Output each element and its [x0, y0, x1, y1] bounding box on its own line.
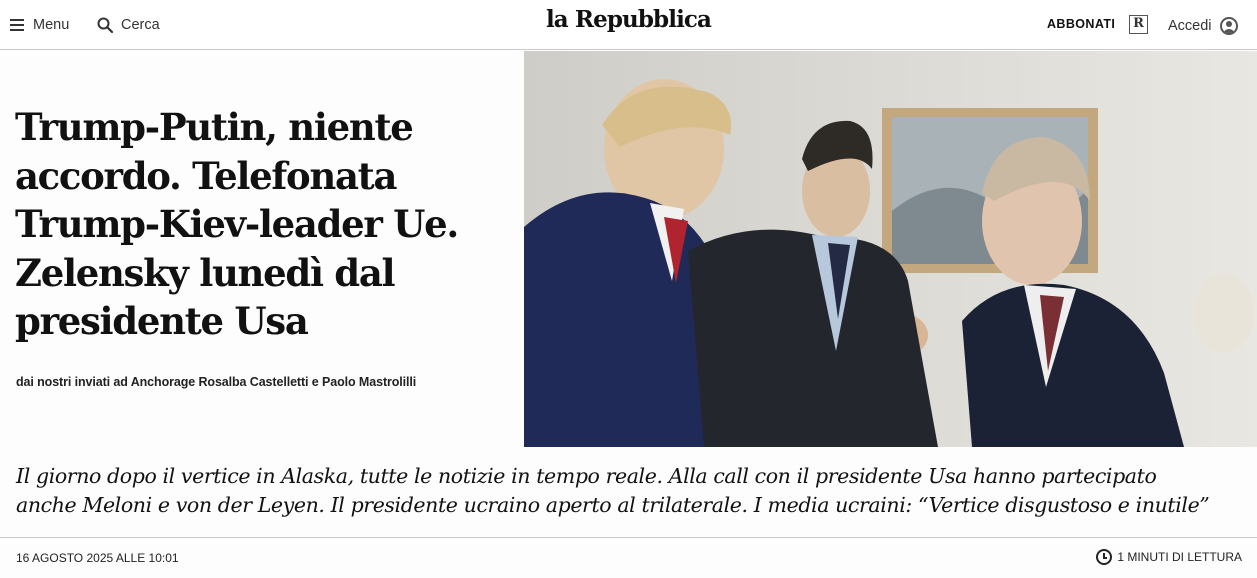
- user-icon: [1219, 17, 1238, 35]
- subscribe-link[interactable]: ABBONATI: [1047, 17, 1115, 31]
- article-summary: Il giorno dopo il vertice in Alaska, tut…: [16, 462, 1246, 520]
- top-navigation-bar: Menu Cerca la Repubblica ABBONATI R Acce…: [0, 0, 1257, 50]
- headline-line: Trump-Kiev-leader Ue.: [15, 202, 459, 246]
- summary-line: anche Meloni e von der Leyen. Il preside…: [16, 493, 1210, 517]
- article-headline: Trump-Putin, niente accordo. Telefonata …: [15, 103, 485, 346]
- clock-icon: [1096, 549, 1113, 565]
- reading-time-label: 1 MINUTI DI LETTURA: [1117, 550, 1242, 564]
- article-meta-bar: 16 AGOSTO 2025 ALLE 10:01 1 MINUTI DI LE…: [0, 537, 1257, 578]
- reading-time: 1 MINUTI DI LETTURA: [1096, 549, 1242, 565]
- article-byline: dai nostri inviati ad Anchorage Rosalba …: [16, 375, 417, 389]
- headline-line: accordo. Telefonata: [15, 153, 397, 198]
- login-button[interactable]: Accedi: [1168, 15, 1238, 37]
- summary-line: Il giorno dopo il vertice in Alaska, tut…: [16, 464, 1157, 488]
- headline-line: Zelensky lunedì dal: [15, 250, 396, 295]
- r-badge-icon[interactable]: R: [1129, 15, 1148, 34]
- headline-line: Trump-Putin, niente: [15, 105, 414, 149]
- publish-date: 16 AGOSTO 2025 ALLE 10:01: [16, 551, 179, 565]
- login-label: Accedi: [1168, 18, 1212, 34]
- article-hero-photo: [524, 51, 1257, 447]
- headline-line: presidente Usa: [15, 299, 309, 343]
